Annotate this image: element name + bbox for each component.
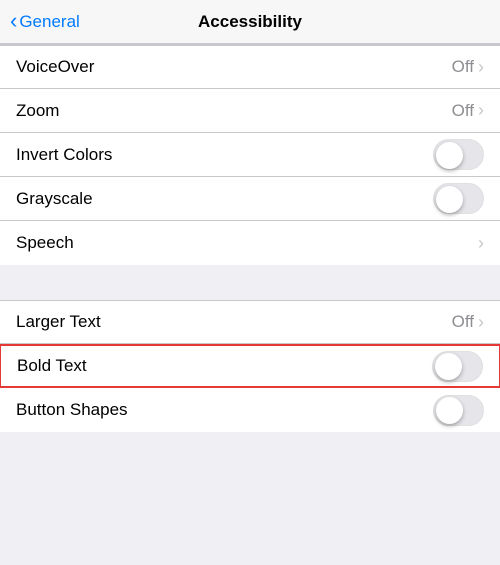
button-shapes-label: Button Shapes [16, 400, 128, 420]
back-button[interactable]: ‹ General [10, 12, 80, 32]
larger-text-right: Off › [452, 312, 484, 333]
larger-text-row[interactable]: Larger Text Off › [0, 300, 500, 344]
invert-colors-row[interactable]: Invert Colors [0, 133, 500, 177]
larger-text-chevron-icon: › [478, 312, 484, 333]
button-shapes-toggle[interactable] [433, 395, 484, 426]
grayscale-label: Grayscale [16, 189, 93, 209]
bold-text-toggle[interactable] [432, 351, 483, 382]
back-chevron-icon: ‹ [10, 10, 17, 32]
zoom-chevron-icon: › [478, 100, 484, 121]
invert-colors-toggle[interactable] [433, 139, 484, 170]
zoom-row[interactable]: Zoom Off › [0, 89, 500, 133]
speech-row[interactable]: Speech › [0, 221, 500, 265]
zoom-label: Zoom [16, 101, 59, 121]
bold-text-label: Bold Text [17, 356, 87, 376]
grayscale-row[interactable]: Grayscale [0, 177, 500, 221]
invert-colors-label: Invert Colors [16, 145, 112, 165]
section-group-1: VoiceOver Off › Zoom Off › Invert Colors… [0, 44, 500, 265]
page-title: Accessibility [198, 12, 302, 32]
speech-chevron-icon: › [478, 233, 484, 254]
voiceover-row[interactable]: VoiceOver Off › [0, 45, 500, 89]
grayscale-toggle[interactable] [433, 183, 484, 214]
voiceover-value: Off [452, 57, 474, 77]
bold-text-row[interactable]: Bold Text [0, 344, 500, 388]
voiceover-chevron-icon: › [478, 57, 484, 78]
button-shapes-row[interactable]: Button Shapes [0, 388, 500, 432]
larger-text-label: Larger Text [16, 312, 101, 332]
back-label: General [19, 12, 79, 32]
section-spacer [0, 265, 500, 300]
speech-label: Speech [16, 233, 74, 253]
zoom-right: Off › [452, 100, 484, 121]
speech-right: › [478, 233, 484, 254]
zoom-value: Off [452, 101, 474, 121]
section-group-2: Larger Text Off › Bold Text Button Shape… [0, 300, 500, 432]
voiceover-label: VoiceOver [16, 57, 94, 77]
navigation-bar: ‹ General Accessibility [0, 0, 500, 44]
larger-text-value: Off [452, 312, 474, 332]
voiceover-right: Off › [452, 57, 484, 78]
